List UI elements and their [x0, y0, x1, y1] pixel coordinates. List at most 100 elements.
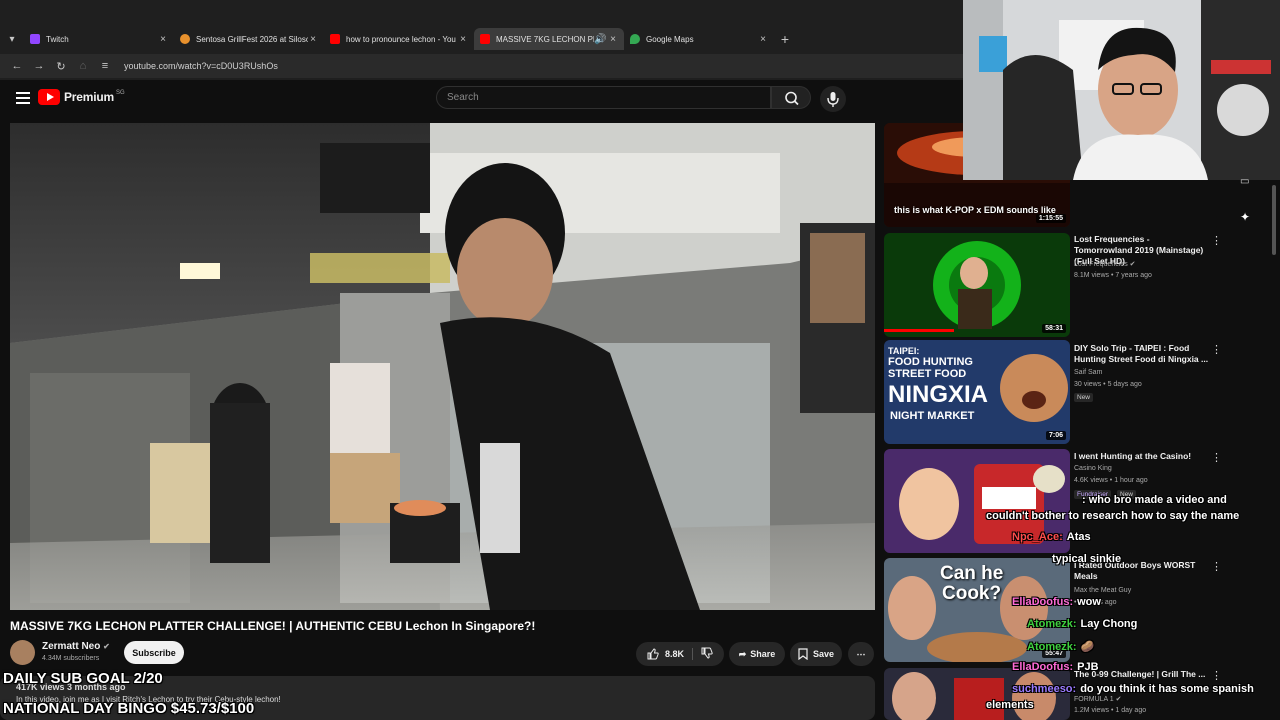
like-dislike-group: 8.8K	[636, 642, 724, 666]
channel-name-text: Zermatt Neo	[42, 641, 101, 652]
channel-text: Lost Frequencies	[1074, 261, 1128, 268]
recommendation-channel[interactable]: Lost Frequencies ✔	[1074, 260, 1136, 268]
chat-username: Atomezk:	[1027, 618, 1077, 630]
close-tab-icon[interactable]: ×	[608, 34, 618, 45]
recommendation-channel[interactable]: Max the Meat Guy	[1074, 587, 1131, 594]
reload-icon[interactable]: ↻	[50, 60, 72, 73]
maps-favicon-icon	[630, 34, 640, 44]
browser-tab[interactable]: how to pronounce lechon - You ×	[324, 28, 474, 50]
video-player[interactable]	[10, 123, 875, 610]
youtube-logo[interactable]: Premium SG	[38, 89, 125, 105]
chat-text: couldn't bother to research how to say t…	[986, 510, 1240, 522]
chat-message: EllaDoofus: PJB	[1012, 661, 1099, 673]
tab-title: MASSIVE 7KG LECHON PLA	[496, 34, 594, 44]
thumbnail-text: NIGHT MARKET	[890, 410, 975, 422]
chat-message: : who bro made a video and	[1082, 494, 1227, 506]
chat-message: typical sinkie	[1052, 553, 1121, 565]
more-options-icon[interactable]: ⋮	[1211, 343, 1222, 356]
recommendation-title[interactable]: I went Hunting at the Casino!	[1074, 451, 1210, 462]
like-button[interactable]: 8.8K	[647, 648, 693, 660]
tab-title: Google Maps	[646, 34, 694, 44]
share-arrow-icon: ➦	[738, 648, 747, 659]
more-options-icon[interactable]: ⋮	[1211, 669, 1222, 682]
close-tab-icon[interactable]: ×	[458, 34, 468, 45]
forward-arrow-icon[interactable]: →	[28, 60, 50, 72]
home-icon[interactable]: ⌂	[72, 60, 94, 72]
more-options-icon[interactable]: ⋮	[1211, 234, 1222, 247]
sentosa-favicon-icon	[180, 34, 190, 44]
chat-bubble-icon[interactable]: ▭	[1240, 176, 1249, 187]
menu-icon[interactable]	[16, 92, 30, 104]
recommendation-channel[interactable]: Saif Sam	[1074, 369, 1102, 376]
search-button[interactable]	[771, 86, 811, 109]
thumbnail-caption: this is what K-POP x EDM sounds like	[894, 205, 1056, 215]
chat-text: 🥔	[1080, 641, 1095, 653]
chat-message: couldn't bother to research how to say t…	[986, 510, 1239, 522]
subscribe-button[interactable]: Subscribe	[124, 641, 184, 664]
chat-message: suchmeeso: do you think it has some spani…	[1012, 683, 1254, 695]
browser-tab[interactable]: Google Maps ×	[624, 28, 774, 50]
chat-text: do you think it has some spanish	[1080, 683, 1254, 695]
dislike-button[interactable]	[693, 647, 713, 661]
channel-text: FORMULA 1	[1074, 696, 1114, 703]
thumbs-up-icon	[647, 648, 659, 660]
country-code: SG	[115, 90, 125, 96]
tab-title: how to pronounce lechon - You	[346, 34, 456, 44]
back-arrow-icon[interactable]: ←	[6, 60, 28, 72]
tab-title: Sentosa GrillFest 2026 at Siloso	[196, 34, 308, 44]
speaker-icon[interactable]: 🔊	[594, 34, 606, 45]
recommendation-meta: 1.2M views • 1 day ago	[1074, 707, 1147, 714]
browser-tab[interactable]: Twitch ×	[24, 28, 174, 50]
browser-tab[interactable]: Sentosa GrillFest 2026 at Siloso ×	[174, 28, 324, 50]
channel-avatar[interactable]	[10, 640, 35, 665]
recommendation-channel[interactable]: FORMULA 1 ✔	[1074, 695, 1122, 703]
recommendation-thumbnail[interactable]: TAIPEI: FOOD HUNTING STREET FOOD NINGXIA…	[884, 340, 1070, 444]
search-input[interactable]: Search	[436, 86, 771, 109]
webcam-overlay	[963, 0, 1280, 180]
thumbnail-image	[884, 233, 1070, 337]
new-tab-icon[interactable]: +	[774, 31, 796, 47]
tab-search-icon[interactable]: ▾	[0, 34, 24, 45]
recommendation-title[interactable]: DIY Solo Trip - TAIPEI : Food Hunting St…	[1074, 343, 1210, 365]
chat-text: PJB	[1077, 661, 1099, 673]
recommendation-thumbnail[interactable]: 58:31	[884, 233, 1070, 337]
chat-text: Lay Chong	[1080, 618, 1138, 630]
more-actions-icon[interactable]: ⋯	[848, 642, 874, 666]
logo-text: Premium	[64, 90, 114, 104]
share-button[interactable]: ➦ Share	[729, 642, 785, 666]
thumbnail-text: Cook?	[942, 583, 1002, 604]
browser-tab-active[interactable]: MASSIVE 7KG LECHON PLA 🔊 ×	[474, 28, 624, 50]
chat-message: Atomezk: 🥔	[1027, 640, 1094, 653]
bookmark-icon	[798, 648, 808, 660]
sparkle-icon[interactable]: ✦	[1240, 210, 1250, 224]
thumbnail-text: FOOD HUNTING	[888, 356, 973, 368]
site-info-icon[interactable]: ≡	[94, 60, 116, 72]
close-tab-icon[interactable]: ×	[758, 34, 768, 45]
more-options-icon[interactable]: ⋮	[1211, 451, 1222, 464]
channel-name[interactable]: Zermatt Neo ✔	[42, 641, 110, 652]
save-label: Save	[812, 649, 835, 659]
youtube-favicon-icon	[480, 34, 490, 44]
close-tab-icon[interactable]: ×	[308, 34, 318, 45]
voice-search-button[interactable]	[820, 86, 846, 112]
chat-username: EllaDoofus:	[1012, 596, 1074, 608]
url-field[interactable]: youtube.com/watch?v=cD0U3RUshOs	[124, 61, 278, 71]
chat-username: Npc_Ace:	[1012, 531, 1063, 543]
verified-icon: ✔	[103, 642, 110, 651]
chat-message: Npc_Ace: Atas	[1012, 531, 1091, 543]
microphone-icon	[827, 92, 839, 107]
save-button[interactable]: Save	[790, 642, 842, 666]
video-title: MASSIVE 7KG LECHON PLATTER CHALLENGE! | …	[10, 619, 536, 633]
close-tab-icon[interactable]: ×	[158, 34, 168, 45]
chat-username: suchmeeso:	[1012, 683, 1077, 695]
verified-icon: ✔	[1129, 261, 1136, 268]
verified-icon: ✔	[1115, 696, 1122, 703]
recommendation-channel[interactable]: Casino King	[1074, 465, 1112, 472]
youtube-favicon-icon	[330, 34, 340, 44]
chat-text: elements	[986, 699, 1034, 711]
tab-strip: ▾ Twitch × Sentosa GrillFest 2026 at Sil…	[0, 28, 965, 50]
chat-text: : who bro made a video and	[1082, 494, 1227, 506]
more-options-icon[interactable]: ⋮	[1211, 560, 1222, 573]
sidebar-scrollbar[interactable]	[1272, 185, 1276, 255]
address-bar: ← → ↻ ⌂ ≡ youtube.com/watch?v=cD0U3RUshO…	[0, 54, 965, 78]
